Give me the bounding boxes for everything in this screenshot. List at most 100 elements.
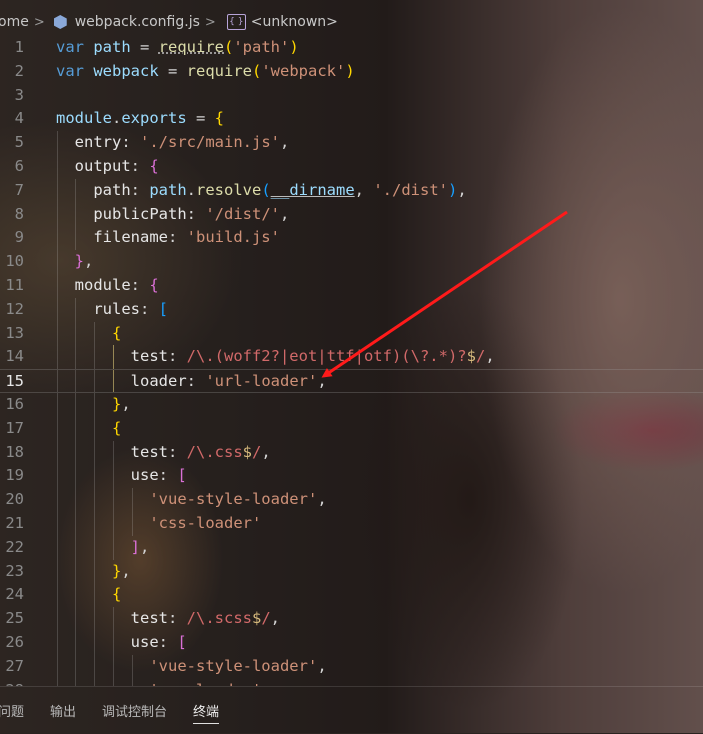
code-line[interactable]: 6 output: { bbox=[0, 155, 703, 179]
code-line[interactable]: 16 }, bbox=[0, 393, 703, 417]
line-number: 14 bbox=[5, 347, 24, 366]
code-token: test bbox=[130, 609, 168, 628]
code-line[interactable]: 25 test: /\.scss$/, bbox=[0, 607, 703, 631]
breadcrumb-symbol[interactable]: <unknown> bbox=[251, 14, 338, 30]
code-line[interactable]: 18 test: /\.css$/, bbox=[0, 440, 703, 465]
code-token: test bbox=[130, 347, 168, 366]
tab-terminal[interactable]: 终端 bbox=[180, 687, 232, 734]
code-token: , bbox=[270, 609, 281, 628]
code-text: var path = require('path') bbox=[56, 36, 299, 60]
code-line[interactable]: 7 path: path.resolve(__dirname, './dist'… bbox=[0, 178, 703, 203]
code-line[interactable]: 10 }, bbox=[0, 250, 703, 274]
tab-debug-console[interactable]: 调试控制台 bbox=[89, 687, 180, 734]
code-text: publicPath: '/dist/', bbox=[56, 203, 289, 227]
line-number: 20 bbox=[5, 490, 24, 509]
code-line[interactable]: 3 bbox=[0, 84, 703, 108]
code-token: , bbox=[317, 372, 327, 391]
code-token: ) bbox=[289, 38, 299, 56]
code-token: module bbox=[56, 109, 112, 128]
code-text: { bbox=[56, 322, 121, 346]
symbol-braces-icon: { } bbox=[226, 14, 246, 30]
code-token: : bbox=[121, 133, 141, 152]
code-line[interactable]: 11 module: { bbox=[0, 274, 703, 298]
code-line[interactable]: 4 module.exports = { bbox=[0, 107, 703, 131]
code-token: loader bbox=[130, 372, 187, 391]
line-number: 9 bbox=[14, 228, 24, 247]
code-text: module: { bbox=[56, 274, 159, 298]
code-token: path bbox=[93, 38, 131, 56]
code-line[interactable]: 15 loader: 'url-loader', bbox=[0, 369, 703, 393]
code-line[interactable]: 20 'vue-style-loader', bbox=[0, 488, 703, 512]
code-token: { bbox=[112, 418, 122, 437]
code-text: rules: [ bbox=[56, 298, 168, 322]
code-token: 'url-loader' bbox=[205, 372, 318, 391]
breadcrumb-separator: > bbox=[204, 14, 216, 30]
code-token: /\.scss bbox=[186, 609, 252, 628]
code-line[interactable]: 19 use: [ bbox=[0, 464, 703, 489]
code-token: './src/main.js' bbox=[140, 133, 280, 152]
line-number: 23 bbox=[5, 561, 24, 580]
code-line[interactable]: 17 { bbox=[0, 416, 703, 441]
code-token: = bbox=[186, 109, 215, 128]
code-line[interactable]: 8 publicPath: '/dist/', bbox=[0, 202, 703, 227]
code-editor[interactable]: 1 var path = require('path') 2 var webpack … bbox=[0, 36, 703, 686]
code-text: loader: 'url-loader', bbox=[56, 370, 327, 394]
code-token: { bbox=[149, 276, 159, 294]
code-token: 'webpack' bbox=[261, 61, 346, 80]
code-line[interactable]: 24 { bbox=[0, 583, 703, 608]
code-line[interactable]: 13 { bbox=[0, 321, 703, 346]
code-token: { bbox=[112, 585, 122, 604]
code-token: . bbox=[186, 180, 196, 199]
code-text: 'vue-style-loader', bbox=[56, 655, 326, 679]
code-line[interactable]: 9 filename: 'build.js' bbox=[0, 226, 703, 251]
code-line[interactable]: 14 test: /\.(woff2?|eot|ttf|otf)(\?.*)?$… bbox=[0, 345, 703, 370]
line-number: 4 bbox=[14, 109, 24, 128]
code-line[interactable]: 27 'vue-style-loader', bbox=[0, 654, 703, 679]
code-line[interactable]: 22 ], bbox=[0, 535, 703, 560]
code-token: ( bbox=[261, 180, 271, 199]
tab-problems[interactable]: 问题 bbox=[0, 687, 37, 734]
code-line[interactable]: 12 rules: [ bbox=[0, 297, 703, 322]
code-token: /\.css bbox=[186, 442, 243, 461]
line-number: 13 bbox=[5, 323, 24, 342]
code-line[interactable]: 21 'css-loader' bbox=[0, 512, 703, 536]
code-token: } bbox=[112, 561, 122, 580]
breadcrumb-folder[interactable]: ome bbox=[0, 14, 29, 30]
code-token: , bbox=[140, 537, 150, 556]
code-text: output: { bbox=[56, 155, 159, 179]
code-token: filename bbox=[93, 228, 168, 247]
code-token: } bbox=[112, 395, 122, 413]
line-number: 12 bbox=[5, 299, 24, 318]
line-number: 7 bbox=[14, 180, 24, 199]
tab-output[interactable]: 输出 bbox=[37, 687, 89, 734]
breadcrumb-file[interactable]: webpack.config.js bbox=[75, 14, 200, 30]
code-line[interactable]: 1 var path = require('path') bbox=[0, 36, 703, 60]
code-line[interactable]: 5 entry: './src/main.js', bbox=[0, 131, 703, 155]
line-number: 10 bbox=[5, 252, 24, 271]
code-token: , bbox=[84, 252, 94, 271]
code-line[interactable]: 23 }, bbox=[0, 559, 703, 584]
code-line[interactable]: 26 use: [ bbox=[0, 631, 703, 655]
code-token: publicPath bbox=[93, 204, 187, 223]
code-text: 'vue-style-loader', bbox=[56, 488, 326, 512]
line-number: 2 bbox=[14, 61, 24, 80]
code-token: , bbox=[261, 442, 271, 461]
code-token: : bbox=[167, 347, 187, 366]
code-line[interactable]: 28 'css-loader', bbox=[0, 678, 703, 686]
code-line[interactable]: 2 var webpack = require('webpack') bbox=[0, 60, 703, 84]
code-token: ) bbox=[448, 180, 458, 199]
line-number: 15 bbox=[5, 372, 24, 391]
line-number: 18 bbox=[5, 442, 24, 461]
line-number: 27 bbox=[5, 656, 24, 675]
